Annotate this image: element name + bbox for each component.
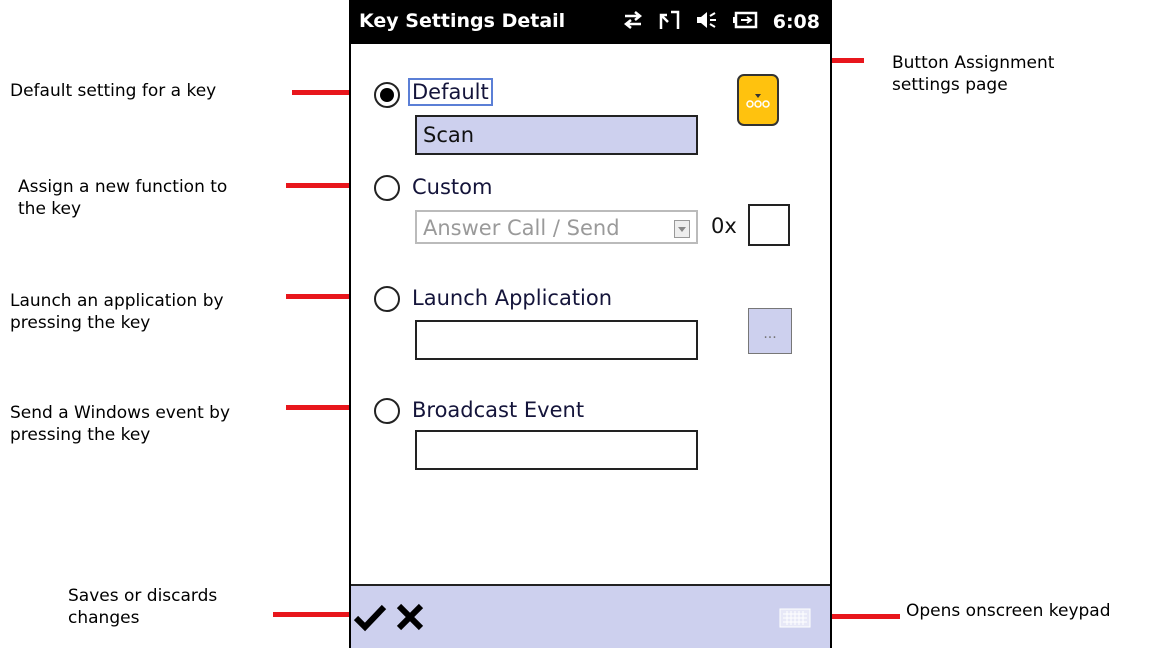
annotation-assign-function: Assign a new function to the key: [18, 177, 228, 219]
annotation-launch-app: Launch an application by pressing the ke…: [10, 291, 224, 333]
browse-button[interactable]: ...: [748, 308, 792, 354]
broadcast-event-input[interactable]: [415, 430, 698, 470]
ok-checkmark-icon[interactable]: [353, 600, 387, 638]
custom-function-value: Answer Call / Send: [423, 216, 620, 240]
title-bar: Key Settings Detail 6:08: [351, 0, 830, 44]
dropdown-arrow-icon[interactable]: [674, 220, 690, 238]
button-assignment-menu-button[interactable]: [737, 74, 779, 126]
hex-value-input[interactable]: [748, 204, 790, 246]
signal-icon[interactable]: [659, 9, 681, 35]
radio-default[interactable]: [374, 82, 400, 108]
hex-prefix-label: 0x: [711, 214, 737, 238]
annotation-onscreen-keypad: Opens onscreen keypad: [906, 601, 1111, 621]
volume-icon[interactable]: [695, 9, 719, 35]
radio-label-launch-application[interactable]: Launch Application: [412, 286, 612, 310]
default-function-field: Scan: [415, 115, 698, 155]
pointer-line: [820, 614, 900, 619]
annotation-default-setting: Default setting for a key: [10, 81, 217, 101]
radio-custom[interactable]: [374, 175, 400, 201]
radio-label-default[interactable]: Default: [408, 78, 493, 106]
radio-launch-application[interactable]: [374, 286, 400, 312]
status-icons: 6:08: [621, 8, 820, 36]
device-screen: Key Settings Detail 6:08 Default Scan Cu…: [349, 0, 832, 648]
clock: 6:08: [772, 11, 820, 33]
cancel-x-icon[interactable]: [395, 602, 425, 636]
keyboard-icon[interactable]: [779, 608, 811, 632]
radio-broadcast-event[interactable]: [374, 398, 400, 424]
connectivity-icon[interactable]: [621, 9, 645, 35]
radio-label-custom[interactable]: Custom: [412, 175, 492, 199]
annotation-button-assignment: Button Assignment settings page: [892, 53, 1055, 95]
browse-ellipsis: ...: [763, 326, 777, 342]
annotation-saves-discards: Saves or discards changes: [68, 586, 218, 628]
softkey-bar: [351, 584, 830, 648]
radio-label-broadcast-event[interactable]: Broadcast Event: [412, 398, 584, 422]
window-title: Key Settings Detail: [359, 10, 566, 32]
battery-icon[interactable]: [732, 9, 759, 35]
custom-function-select[interactable]: Answer Call / Send: [415, 210, 698, 244]
annotation-send-event: Send a Windows event by pressing the key: [10, 403, 231, 445]
pointer-line: [273, 612, 353, 617]
application-path-input[interactable]: [415, 320, 698, 360]
more-options-icon: [746, 94, 770, 108]
